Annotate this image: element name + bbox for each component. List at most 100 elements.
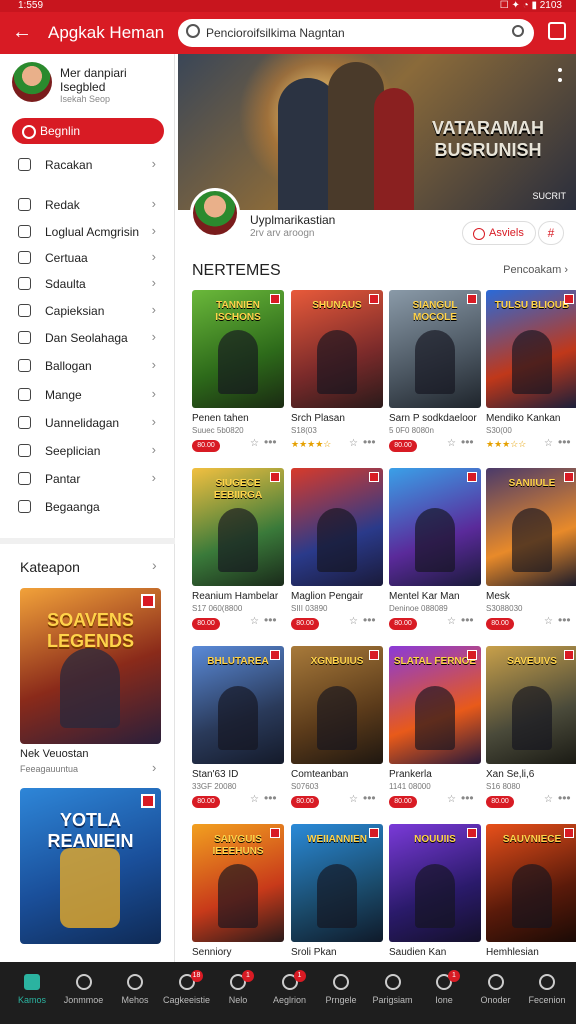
more-options-icon[interactable]: •••	[461, 435, 474, 449]
bookmark-icon[interactable]	[369, 472, 379, 482]
favorite-star-icon[interactable]: ☆	[447, 438, 456, 449]
sidebar-item[interactable]: Racakan ›	[0, 152, 170, 178]
game-cover[interactable]: WEIIANNIEN	[291, 824, 383, 942]
game-card[interactable]: SAVEUIVS Xan Se,li,6 S16 8080 80.00 ☆ •••	[486, 646, 576, 816]
favorite-star-icon[interactable]: ☆	[250, 616, 259, 627]
game-card[interactable]: Maglion Pengair SIII 03890 80.00 ☆ •••	[291, 468, 383, 638]
game-cover[interactable]	[389, 468, 481, 586]
favorite-star-icon[interactable]: ☆	[349, 616, 358, 627]
more-options-icon[interactable]: •••	[264, 613, 277, 627]
game-card[interactable]: XGNBUIUS Comteanban S07603 80.00 ☆ •••	[291, 646, 383, 816]
more-options-icon[interactable]: •••	[461, 791, 474, 805]
bookmark-icon[interactable]	[564, 294, 574, 304]
game-card[interactable]: WEIIANNIEN Sroli Pkan	[291, 824, 383, 962]
developer-avatar[interactable]	[190, 188, 240, 238]
game-card[interactable]: SAUVNIECE Hemhlesian	[486, 824, 576, 962]
game-card[interactable]: TULSU BLIOUB Mendiko Kankan S30(00 ★★★☆☆ ☆ ••…	[486, 290, 576, 460]
bookmark-icon[interactable]	[564, 472, 574, 482]
sidebar-item[interactable]: Mange ›	[0, 382, 170, 408]
user-profile[interactable]: Mer danpiari Isegbled Isekah Seop	[12, 62, 172, 110]
sidebar-item[interactable]: Sdaulta ›	[0, 271, 170, 297]
nav-item[interactable]: Mehos	[109, 970, 161, 1020]
more-options-icon[interactable]: •••	[264, 791, 277, 805]
sidebar-item[interactable]: Begaanga	[0, 494, 170, 520]
bookmark-icon[interactable]	[270, 294, 280, 304]
favorite-star-icon[interactable]: ☆	[250, 794, 259, 805]
bookmark-icon[interactable]	[564, 650, 574, 660]
featured-banner[interactable]: VATARAMAH BUSRUNISH SUCRIT	[178, 54, 576, 210]
game-cover[interactable]: SIANGUL MOCOLE	[389, 290, 481, 408]
chevron-right-icon[interactable]: ›	[152, 760, 156, 775]
shopping-bag-icon[interactable]	[548, 22, 566, 40]
bookmark-icon[interactable]	[141, 594, 155, 608]
sidebar-item[interactable]: Pantar ›	[0, 466, 170, 492]
nav-item[interactable]: Prngele	[315, 970, 367, 1020]
login-button[interactable]: Begnlin	[12, 118, 164, 144]
bookmark-icon[interactable]	[141, 794, 155, 808]
game-cover[interactable]: SLATAL FERNOE	[389, 646, 481, 764]
category-card[interactable]: SOAVENS LEGENDS	[20, 588, 161, 744]
more-options-icon[interactable]: •••	[558, 435, 571, 449]
game-card[interactable]: SANIIULE Mesk S3088030 80.00 ☆ •••	[486, 468, 576, 638]
sidebar-item[interactable]: Dan Seolahaga ›	[0, 325, 170, 351]
more-options-icon[interactable]	[558, 68, 562, 82]
bookmark-icon[interactable]	[467, 650, 477, 660]
game-card[interactable]: SLATAL FERNOE Prankerla 1141 08000 80.00 ☆ ••…	[389, 646, 481, 816]
favorite-star-icon[interactable]: ☆	[349, 794, 358, 805]
game-cover[interactable]: TULSU BLIOUB	[486, 290, 576, 408]
bookmark-icon[interactable]	[369, 294, 379, 304]
search-bar[interactable]: Pencioroifsilkima Nagntan	[178, 19, 534, 47]
chevron-right-icon[interactable]: ›	[152, 557, 157, 573]
more-options-icon[interactable]: •••	[363, 435, 376, 449]
favorite-star-icon[interactable]: ☆	[447, 616, 456, 627]
category-card[interactable]: YOTLA REANIEIN	[20, 788, 161, 944]
bookmark-icon[interactable]	[467, 472, 477, 482]
game-card[interactable]: NOUUIIS Saudien Kan	[389, 824, 481, 962]
nav-item[interactable]: Fecenion	[521, 970, 573, 1020]
nav-item[interactable]: Onoder	[470, 970, 522, 1020]
game-card[interactable]: SIUGECE EEBIIRGA Reanium Hambelar S17 060(…	[192, 468, 284, 638]
game-cover[interactable]: TANNIEN ISCHONS	[192, 290, 284, 408]
more-options-icon[interactable]: •••	[558, 613, 571, 627]
sidebar-item[interactable]: Redak ›	[0, 192, 170, 218]
sidebar-item[interactable]: Uannelidagan ›	[0, 410, 170, 436]
bookmark-icon[interactable]	[467, 294, 477, 304]
game-cover[interactable]: SAUVNIECE	[486, 824, 576, 942]
nav-item[interactable]: Kamos	[6, 970, 58, 1020]
game-card[interactable]: SAIVGUIS IEEEHUNS Senniory	[192, 824, 284, 962]
game-cover[interactable]: SANIIULE	[486, 468, 576, 586]
sidebar-item[interactable]: Seeplician ›	[0, 438, 170, 464]
bookmark-icon[interactable]	[270, 472, 280, 482]
follow-button[interactable]: Asviels	[462, 221, 536, 245]
bookmark-icon[interactable]	[270, 828, 280, 838]
favorite-star-icon[interactable]: ☆	[544, 794, 553, 805]
more-options-icon[interactable]: •••	[461, 613, 474, 627]
game-cover[interactable]: SAIVGUIS IEEEHUNS	[192, 824, 284, 942]
see-more-link[interactable]: Pencoakam ›	[503, 264, 568, 276]
sidebar-item[interactable]: Loglual Acmgrisin ›	[0, 219, 170, 245]
game-cover[interactable]: SAVEUIVS	[486, 646, 576, 764]
nav-item[interactable]: Nelo 1	[212, 970, 264, 1020]
game-cover[interactable]	[291, 468, 383, 586]
favorite-star-icon[interactable]: ☆	[544, 616, 553, 627]
favorite-star-icon[interactable]: ☆	[349, 438, 358, 449]
voice-search-icon[interactable]	[512, 25, 524, 37]
bookmark-icon[interactable]	[467, 828, 477, 838]
game-card[interactable]: TANNIEN ISCHONS Penen tahen Suuec 5b0820 80…	[192, 290, 284, 460]
bookmark-icon[interactable]	[369, 650, 379, 660]
sidebar-item[interactable]: Ballogan ›	[0, 353, 170, 379]
share-button[interactable]: #	[538, 221, 564, 245]
more-options-icon[interactable]: •••	[558, 791, 571, 805]
bookmark-icon[interactable]	[564, 828, 574, 838]
game-card[interactable]: Mentel Kar Man Deninoe 088089 80.00 ☆ •••	[389, 468, 481, 638]
nav-item[interactable]: Aeglrion 1	[264, 970, 316, 1020]
favorite-star-icon[interactable]: ☆	[544, 438, 553, 449]
back-arrow-icon[interactable]: ←	[12, 20, 32, 44]
game-cover[interactable]: SIUGECE EEBIIRGA	[192, 468, 284, 586]
bookmark-icon[interactable]	[369, 828, 379, 838]
game-cover[interactable]: NOUUIIS	[389, 824, 481, 942]
more-options-icon[interactable]: •••	[363, 613, 376, 627]
bookmark-icon[interactable]	[270, 650, 280, 660]
nav-item[interactable]: Jonmmoe	[58, 970, 110, 1020]
more-options-icon[interactable]: •••	[363, 791, 376, 805]
